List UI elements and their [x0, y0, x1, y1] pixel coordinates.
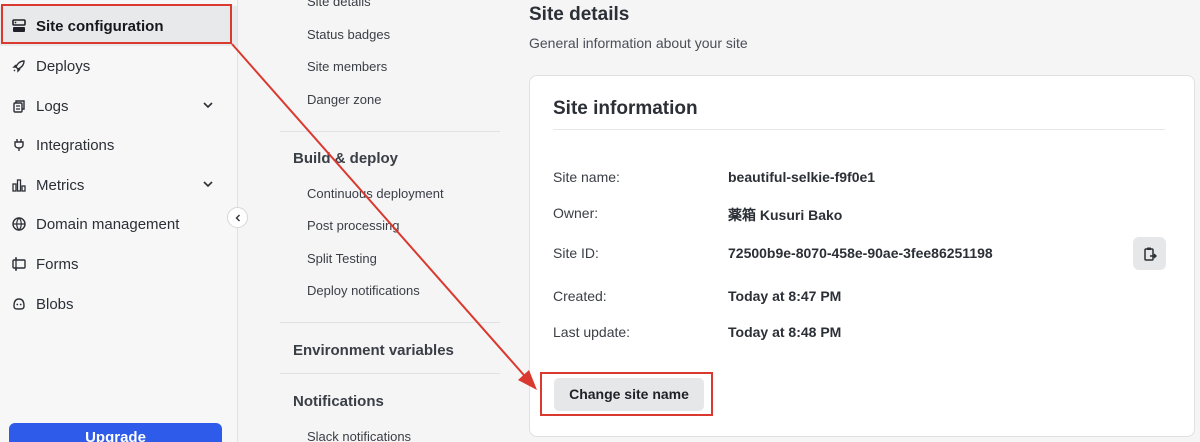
created-label: Created:	[553, 288, 607, 304]
site-information-card: Site information Site name: beautiful-se…	[529, 75, 1195, 437]
sidebar-item-metrics[interactable]: Metrics	[0, 165, 237, 205]
sidebar-item-logs[interactable]: Logs	[0, 86, 237, 126]
sidebar-item-label: Domain management	[36, 215, 180, 233]
sidebar-item-label: Site configuration	[36, 17, 164, 35]
subnav-link-status-badges[interactable]: Status badges	[307, 27, 390, 42]
site-id-value: 72500b9e-8070-458e-90ae-3fee86251198	[728, 245, 993, 261]
subnav-link-slack-notifications[interactable]: Slack notifications	[307, 429, 411, 442]
settings-subnav: Site details Status badges Site members …	[270, 0, 508, 442]
subnav-link-continuous-deployment[interactable]: Continuous deployment	[307, 186, 444, 201]
plug-icon	[10, 136, 28, 154]
logs-icon	[10, 97, 28, 115]
sidebar-item-blobs[interactable]: Blobs	[0, 284, 237, 324]
blob-icon	[10, 295, 28, 313]
sidebar-item-site-configuration[interactable]: Site configuration	[0, 6, 237, 46]
upgrade-button[interactable]: Upgrade	[9, 423, 222, 442]
sidebar-item-label: Logs	[36, 97, 69, 115]
sidebar-item-label: Metrics	[36, 176, 85, 194]
bar-chart-icon	[10, 176, 28, 194]
last-update-label: Last update:	[553, 324, 631, 340]
sidebar-item-deploys[interactable]: Deploys	[0, 46, 237, 86]
chevron-left-icon	[235, 214, 240, 221]
chevron-down-icon[interactable]	[201, 177, 215, 191]
page-subtitle: General information about your site	[529, 35, 748, 51]
main-content: Site details General information about y…	[508, 0, 1200, 442]
change-site-name-button[interactable]: Change site name	[554, 378, 704, 411]
subnav-heading-notifications[interactable]: Notifications	[293, 393, 384, 410]
subnav-link-site-members[interactable]: Site members	[307, 59, 387, 74]
clipboard-icon	[1143, 247, 1157, 261]
sidebar-item-domain-management[interactable]: Domain management	[0, 204, 237, 244]
card-title: Site information	[553, 98, 698, 119]
page-title: Site details	[529, 4, 630, 25]
sidebar-item-forms[interactable]: Forms	[0, 244, 237, 284]
sidebar-item-integrations[interactable]: Integrations	[0, 125, 237, 165]
site-id-label: Site ID:	[553, 245, 599, 261]
subnav-link-danger-zone[interactable]: Danger zone	[307, 92, 381, 107]
site-name-label: Site name:	[553, 169, 620, 185]
last-update-value: Today at 8:48 PM	[728, 324, 842, 340]
sidebar-item-label: Integrations	[36, 136, 115, 154]
subnav-link-post-processing[interactable]: Post processing	[307, 218, 400, 233]
divider	[280, 373, 500, 374]
globe-icon	[10, 215, 28, 233]
subnav-heading-environment-variables[interactable]: Environment variables	[293, 342, 454, 359]
sidebar-item-label: Deploys	[36, 57, 91, 75]
form-icon	[10, 255, 28, 273]
chevron-down-icon[interactable]	[201, 98, 215, 112]
created-value: Today at 8:47 PM	[728, 288, 842, 304]
sidebar-item-label: Forms	[36, 255, 79, 273]
subnav-heading-build-deploy[interactable]: Build & deploy	[293, 150, 398, 167]
divider	[280, 322, 500, 323]
owner-value: 薬箱 Kusuri Bako	[728, 207, 843, 223]
copy-site-id-button[interactable]	[1133, 237, 1166, 270]
subnav-link-split-testing[interactable]: Split Testing	[307, 251, 377, 266]
sidebar-item-label: Blobs	[36, 295, 74, 313]
server-icon	[10, 17, 28, 35]
owner-label: Owner:	[553, 205, 599, 221]
site-name-value: beautiful-selkie-f9f0e1	[728, 169, 876, 185]
subnav-link-deploy-notifications[interactable]: Deploy notifications	[307, 283, 420, 298]
sidebar: Site configuration Deploys Logs Integrat…	[0, 0, 238, 442]
divider	[280, 131, 500, 132]
rocket-icon	[10, 57, 28, 75]
divider	[553, 129, 1165, 130]
subnav-link-site-details[interactable]: Site details	[307, 0, 371, 9]
collapse-sidebar-button[interactable]	[227, 207, 248, 228]
